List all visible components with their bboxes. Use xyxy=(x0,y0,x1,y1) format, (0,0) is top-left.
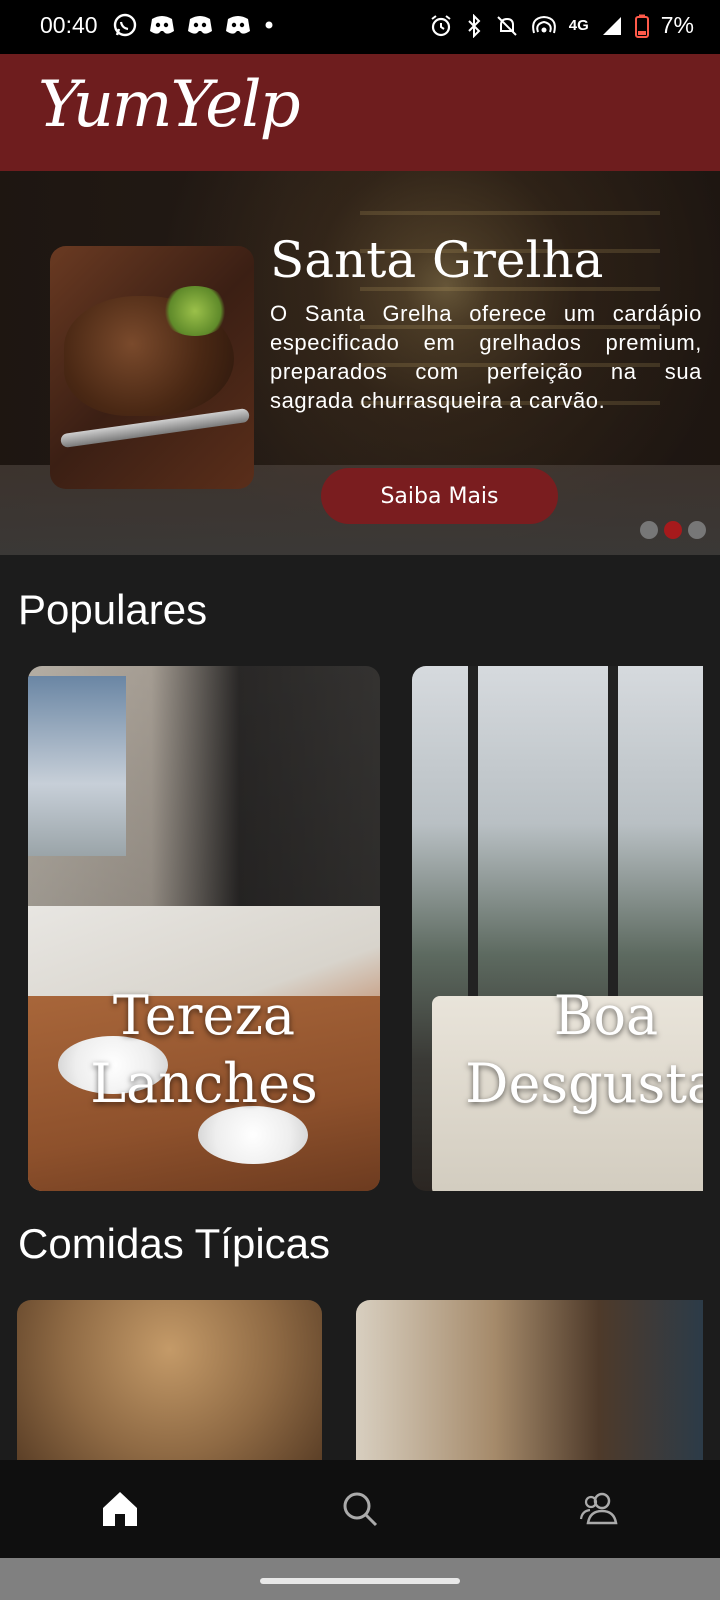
bluetooth-icon xyxy=(468,13,481,38)
card-title-line: Lanches xyxy=(90,1052,318,1115)
system-gesture-bar xyxy=(0,1558,720,1600)
dot-icon xyxy=(265,21,273,29)
whatsapp-icon xyxy=(113,13,137,37)
mute-icon xyxy=(497,15,517,36)
hero-description: O Santa Grelha oferece um cardápio espec… xyxy=(270,301,702,413)
signal-icon xyxy=(602,16,621,35)
carousel-dot-active[interactable] xyxy=(664,521,682,539)
app-header: YumYelp xyxy=(0,54,720,171)
nav-profile[interactable] xyxy=(560,1469,640,1549)
carousel-dot[interactable] xyxy=(688,521,706,539)
typical-food-card[interactable] xyxy=(17,1300,322,1465)
users-icon xyxy=(579,1492,618,1525)
battery-percent: 7% xyxy=(660,12,694,38)
typical-food-card[interactable] xyxy=(356,1300,703,1465)
restaurant-card[interactable]: Boa Desgustas xyxy=(412,666,703,1191)
discord-icon xyxy=(226,16,250,34)
discord-icon xyxy=(188,16,212,34)
system-icons: 4G 7% xyxy=(429,12,694,39)
hotspot-icon xyxy=(531,15,556,33)
battery-low-icon xyxy=(634,14,649,38)
hero-food-image xyxy=(50,246,254,489)
card-title: Tereza Lanches xyxy=(28,982,380,1118)
card-title: Boa Desgustas xyxy=(430,982,703,1118)
card-title-line: Tereza xyxy=(112,984,296,1047)
bottom-navigation xyxy=(0,1460,720,1558)
status-bar: 00:40 4G 7% xyxy=(0,0,720,54)
gesture-handle[interactable] xyxy=(260,1578,460,1584)
notification-icons xyxy=(112,12,276,38)
network-type: 4G xyxy=(568,17,589,34)
search-icon xyxy=(343,1492,378,1527)
garnish-graphic xyxy=(160,286,230,336)
hero-title: Santa Grelha xyxy=(270,231,604,289)
carousel-dot[interactable] xyxy=(640,521,658,539)
card-window-graphic xyxy=(28,676,126,856)
discord-icon xyxy=(150,16,174,34)
status-time: 00:40 xyxy=(40,12,98,38)
section-title-popular: Populares xyxy=(18,586,208,633)
restaurant-card[interactable]: Tereza Lanches xyxy=(28,666,380,1191)
card-title-line: Boa xyxy=(553,984,659,1047)
alarm-icon xyxy=(431,14,451,36)
learn-more-button[interactable]: Saiba Mais xyxy=(321,468,558,524)
home-icon xyxy=(103,1492,137,1526)
nav-search[interactable] xyxy=(320,1469,400,1549)
nav-home[interactable] xyxy=(80,1469,160,1549)
hero-carousel[interactable]: Santa Grelha O Santa Grelha oferece um c… xyxy=(0,171,720,555)
app-logo[interactable]: YumYelp xyxy=(38,68,301,142)
card-title-line: Desgustas xyxy=(465,1052,703,1115)
section-title-typical: Comidas Típicas xyxy=(18,1220,331,1267)
carousel-indicators xyxy=(640,521,706,539)
popular-cards-row[interactable]: Tereza Lanches Boa Desgustas xyxy=(0,666,703,1196)
